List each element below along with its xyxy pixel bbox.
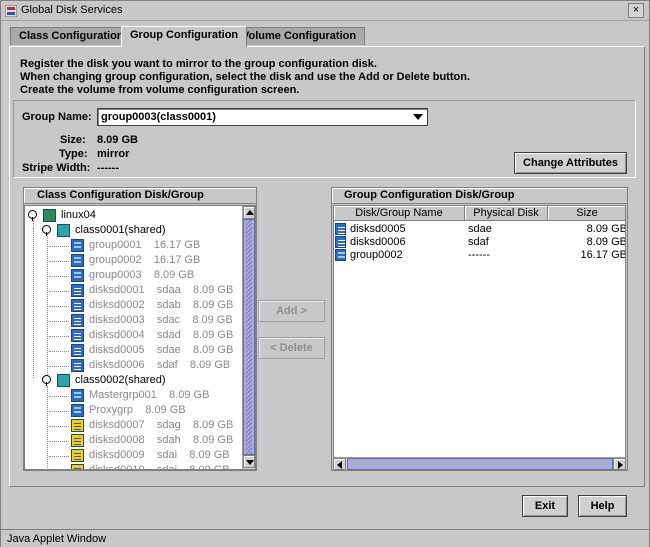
instruction-line-2: When changing group configuration, selec… bbox=[20, 71, 471, 83]
tree-node-label: disksd0003 sdac 8.09 GB bbox=[89, 314, 233, 326]
type-value: mirror bbox=[97, 148, 130, 160]
group-icon bbox=[71, 389, 84, 402]
tree-node-label: Mastergrp001 8.09 GB bbox=[89, 389, 210, 401]
spare-disk-icon bbox=[71, 449, 84, 462]
group-disk-table[interactable]: Disk/Group Name Physical Disk Size disks… bbox=[333, 205, 626, 470]
scroll-left-arrow-icon[interactable] bbox=[333, 458, 346, 470]
instruction-line-3: Create the volume from volume configurat… bbox=[20, 84, 300, 96]
table-row[interactable]: disksd0005 sdae 8.09 GB bbox=[334, 223, 626, 236]
tree-node-label: group0003 8.09 GB bbox=[89, 269, 195, 281]
scroll-down-arrow-icon[interactable] bbox=[243, 455, 255, 468]
instruction-line-1: Register the disk you want to mirror to … bbox=[20, 58, 377, 70]
class-panel-header: Class Configuration Disk/Group bbox=[24, 188, 256, 204]
tab-group-configuration[interactable]: Group Configuration bbox=[121, 26, 248, 47]
tree-node-label: class0002(shared) bbox=[75, 374, 166, 386]
group-name-select[interactable]: group0003(class0001) bbox=[97, 108, 428, 126]
disk-icon bbox=[71, 359, 84, 372]
tree-node-label: disksd0009 sdai 8.09 GB bbox=[89, 449, 230, 461]
tree-expand-toggle-icon[interactable] bbox=[42, 375, 51, 386]
help-button[interactable]: Help bbox=[578, 495, 627, 517]
size-label: Size: bbox=[60, 134, 86, 146]
scroll-up-arrow-icon[interactable] bbox=[243, 206, 255, 219]
class-tree-scrollbar[interactable] bbox=[242, 206, 255, 469]
tree-expand-toggle-icon[interactable] bbox=[28, 210, 37, 221]
disk-icon bbox=[335, 223, 346, 235]
stripe-width-value: ------ bbox=[97, 162, 119, 174]
window-title: Global Disk Services bbox=[21, 4, 123, 16]
tree-node-label: disksd0007 sdag 8.09 GB bbox=[89, 419, 234, 431]
tree-node-label: Proxygrp 8.09 GB bbox=[89, 404, 186, 416]
group-name-label: Group Name: bbox=[22, 111, 92, 123]
tree-node-label: disksd0001 sdaa 8.09 GB bbox=[89, 284, 234, 296]
disk-icon bbox=[71, 344, 84, 357]
tree-node-label: class0001(shared) bbox=[75, 224, 166, 236]
scroll-thumb[interactable] bbox=[243, 219, 255, 455]
delete-button[interactable]: < Delete bbox=[258, 337, 325, 359]
app-icon bbox=[5, 5, 17, 17]
tree-node-label: disksd0008 sdah 8.09 GB bbox=[89, 434, 234, 446]
spare-disk-icon bbox=[71, 419, 84, 432]
tree-node-label: group0002 16.17 GB bbox=[89, 254, 201, 266]
cell-physical-disk: ------ bbox=[468, 249, 490, 261]
group-panel-header: Group Configuration Disk/Group bbox=[332, 188, 627, 204]
main-window: Global Disk Services × Class Configurati… bbox=[0, 0, 650, 547]
tree-node-label: disksd0002 sdab 8.09 GB bbox=[89, 299, 234, 311]
group-icon bbox=[71, 254, 84, 267]
group-name-value: group0003(class0001) bbox=[101, 111, 216, 123]
tree-node-label: disksd0005 sdae 8.09 GB bbox=[89, 344, 234, 356]
disk-icon bbox=[71, 299, 84, 312]
column-header-physical-disk[interactable]: Physical Disk bbox=[465, 206, 548, 221]
type-label: Type: bbox=[59, 148, 88, 160]
tree-node-label: linux04 bbox=[61, 209, 96, 221]
disk-icon bbox=[335, 236, 346, 248]
size-value: 8.09 GB bbox=[97, 134, 138, 146]
class-icon bbox=[57, 224, 70, 237]
title-bar[interactable]: Global Disk Services × bbox=[1, 1, 649, 21]
spare-disk-icon bbox=[71, 464, 84, 469]
tree-node-label: disksd0004 sdad 8.09 GB bbox=[89, 329, 234, 341]
tab-class-configuration[interactable]: Class Configuration bbox=[10, 27, 133, 45]
tab-volume-configuration[interactable]: Volume Configuration bbox=[233, 27, 366, 45]
status-text: Java Applet Window bbox=[7, 533, 107, 545]
group-icon bbox=[71, 239, 84, 252]
column-header-size[interactable]: Size bbox=[548, 206, 625, 221]
host-icon bbox=[43, 209, 56, 222]
chevron-down-icon[interactable] bbox=[413, 114, 423, 120]
cell-size: 16.17 GB bbox=[580, 249, 626, 261]
stripe-width-label: Stripe Width: bbox=[22, 162, 91, 174]
disk-icon bbox=[71, 284, 84, 297]
group-icon bbox=[71, 404, 84, 417]
scroll-right-arrow-icon[interactable] bbox=[613, 458, 626, 470]
exit-button[interactable]: Exit bbox=[522, 495, 568, 517]
add-button[interactable]: Add > bbox=[258, 300, 325, 322]
group-icon bbox=[71, 269, 84, 282]
close-button[interactable]: × bbox=[628, 3, 644, 18]
cell-name: group0002 bbox=[350, 249, 403, 261]
class-icon bbox=[57, 374, 70, 387]
cell-physical-disk: sdaf bbox=[468, 236, 489, 248]
cell-size: 8.09 GB bbox=[586, 236, 626, 248]
hscroll-thumb[interactable] bbox=[347, 458, 613, 470]
table-row[interactable]: disksd0006 sdaf 8.09 GB bbox=[334, 236, 626, 249]
group-table-hscrollbar[interactable] bbox=[333, 457, 626, 470]
cell-name: disksd0006 bbox=[350, 236, 406, 248]
status-bar: Java Applet Window bbox=[1, 529, 649, 547]
cell-name: disksd0005 bbox=[350, 223, 406, 235]
tree-node-label: disksd0010 sdaj 8.09 GB bbox=[89, 464, 230, 470]
tree-node-label: group0001 16.17 GB bbox=[89, 239, 201, 251]
change-attributes-button[interactable]: Change Attributes bbox=[514, 152, 627, 174]
column-header-name[interactable]: Disk/Group Name bbox=[334, 206, 465, 221]
table-row[interactable]: group0002 ------ 16.17 GB bbox=[334, 249, 626, 262]
disk-icon bbox=[71, 329, 84, 342]
spare-disk-icon bbox=[71, 434, 84, 447]
tree-node-label: disksd0006 sdaf 8.09 GB bbox=[89, 359, 231, 371]
group-icon bbox=[335, 249, 346, 261]
tree-expand-toggle-icon[interactable] bbox=[42, 225, 51, 236]
cell-size: 8.09 GB bbox=[586, 223, 626, 235]
cell-physical-disk: sdae bbox=[468, 223, 492, 235]
disk-icon bbox=[71, 314, 84, 327]
class-tree[interactable]: linux04 class0001(shared) group0001 16.17 … bbox=[24, 205, 256, 470]
